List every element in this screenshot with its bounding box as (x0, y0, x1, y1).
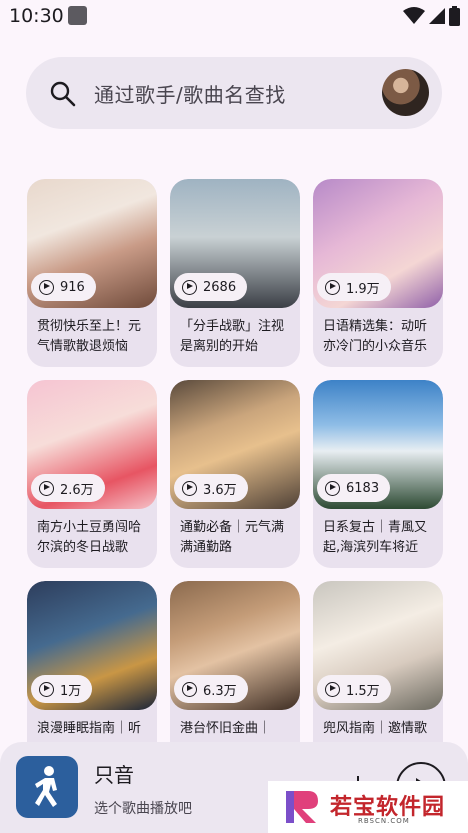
play-icon (325, 279, 340, 295)
playlist-card[interactable]: 2.6万 南方小土豆勇闯哈尔滨的冬日战歌 (27, 380, 157, 568)
search-input[interactable]: 通过歌手/歌曲名查找 (94, 79, 286, 108)
player-subtitle: 选个歌曲播放吧 (94, 801, 192, 817)
play-count-badge: 6183 (317, 474, 391, 502)
playlist-title: 日系复古｜青風又起,海滨列车将近 (323, 520, 428, 555)
playlist-title: 「分手战歌」注视是离别的开始 (180, 319, 285, 354)
search-bar[interactable]: 通过歌手/歌曲名查找 (26, 57, 442, 129)
playlist-title: 通勤必备｜元气满满通勤路 (180, 520, 285, 555)
battery-icon (449, 6, 460, 26)
play-count-badge: 3.6万 (174, 474, 248, 502)
playlist-card[interactable]: 1.5万 兜风指南｜邀情歌 (313, 581, 443, 769)
user-avatar[interactable] (382, 69, 429, 116)
playlist-card[interactable]: 916 贯彻快乐至上！元气情歌散退烦恼 (27, 179, 157, 367)
play-count-badge: 1.5万 (317, 675, 391, 703)
play-icon (39, 480, 54, 496)
wifi-icon (403, 7, 425, 24)
play-count: 3.6万 (203, 482, 237, 498)
play-icon (39, 279, 54, 295)
playlist-title: 日语精选集：动听亦冷门的小众音乐 (323, 319, 428, 354)
play-count: 2686 (203, 279, 237, 295)
playlist-card[interactable]: 6183 日系复古｜青風又起,海滨列车将近 (313, 380, 443, 568)
play-count-badge: 916 (31, 273, 96, 301)
player-album-art (16, 756, 78, 818)
play-count: 916 (60, 279, 85, 295)
playlist-title: 港台怀旧金曲｜ (180, 721, 272, 736)
play-count: 1.5万 (346, 683, 380, 699)
play-icon (325, 681, 340, 697)
play-count-badge: 1万 (31, 675, 93, 703)
play-count: 1万 (60, 683, 82, 699)
play-count-badge: 2686 (174, 273, 248, 301)
playlist-card[interactable]: 1.9万 日语精选集：动听亦冷门的小众音乐 (313, 179, 443, 367)
playlist-title: 兜风指南｜邀情歌 (323, 721, 428, 736)
play-count-badge: 6.3万 (174, 675, 248, 703)
playlist-title: 南方小土豆勇闯哈尔滨的冬日战歌 (37, 520, 142, 555)
play-count: 2.6万 (60, 482, 94, 498)
play-count: 6.3万 (203, 683, 237, 699)
play-icon (39, 681, 54, 697)
playlist-card[interactable]: 6.3万 港台怀旧金曲｜ (170, 581, 300, 769)
play-icon (182, 279, 197, 295)
watermark-url: RBSCN.COM (358, 817, 410, 825)
player-title: 只音 (94, 763, 134, 787)
play-icon (182, 480, 197, 496)
play-count-badge: 1.9万 (317, 273, 391, 301)
dancer-icon (35, 766, 57, 807)
playlist-title: 贯彻快乐至上！元气情歌散退烦恼 (37, 319, 142, 354)
brand-logo-icon (286, 791, 318, 823)
playlist-card[interactable]: 1万 浪漫睡眠指南｜听 (27, 581, 157, 769)
play-count: 1.9万 (346, 281, 380, 297)
playlist-title: 浪漫睡眠指南｜听 (37, 721, 142, 736)
notification-app-icon (68, 6, 87, 25)
play-icon (325, 480, 340, 496)
play-count-badge: 2.6万 (31, 474, 105, 502)
playlist-card[interactable]: 2686 「分手战歌」注视是离别的开始 (170, 179, 300, 367)
search-icon[interactable] (50, 81, 76, 107)
play-count: 6183 (346, 480, 380, 496)
play-icon (182, 681, 197, 697)
status-icons (403, 6, 460, 26)
signal-icon (429, 8, 445, 24)
status-bar: 10:30 (0, 0, 468, 34)
playlist-card[interactable]: 3.6万 通勤必备｜元气满满通勤路 (170, 380, 300, 568)
watermark-logo: 若宝软件园 RBSCN.COM (268, 781, 468, 833)
status-time: 10:30 (9, 5, 64, 27)
